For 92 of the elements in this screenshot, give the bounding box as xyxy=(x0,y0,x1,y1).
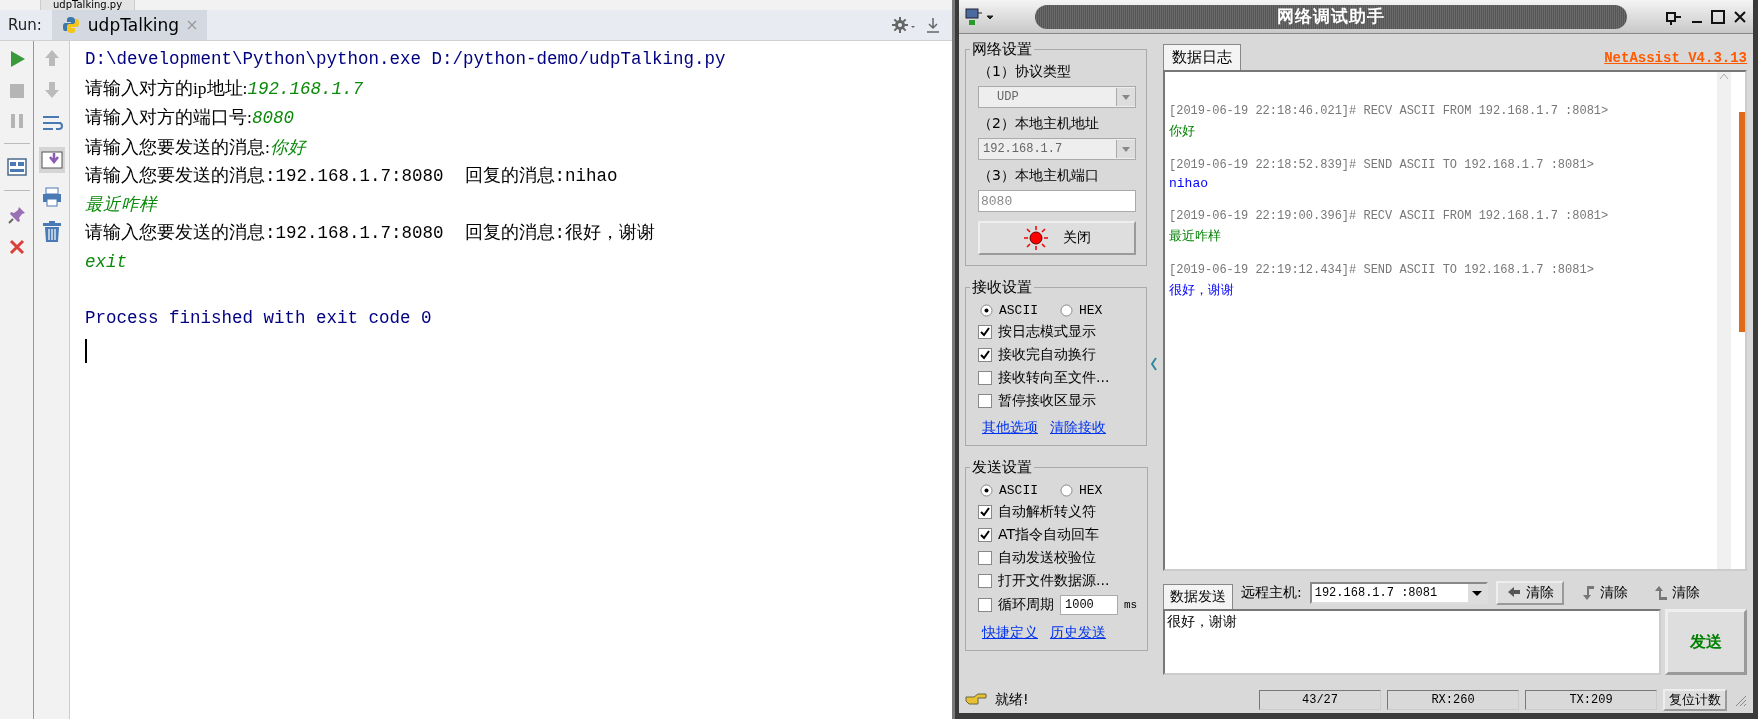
checkbox[interactable] xyxy=(978,598,992,612)
checkbox-label: 自动解析转义符 xyxy=(998,503,1096,521)
trash-icon[interactable] xyxy=(41,221,62,243)
checkbox[interactable] xyxy=(978,325,992,339)
maximize-icon[interactable] xyxy=(1711,9,1725,24)
message-input[interactable]: 很好，谢谢 xyxy=(1163,609,1661,675)
remote-host-label: 远程主机: xyxy=(1241,584,1302,602)
exit-message: Process finished with exit code 0 xyxy=(85,307,432,330)
protocol-select[interactable]: UDP xyxy=(978,86,1136,108)
log-message: 你好 xyxy=(1169,123,1196,140)
clear-button[interactable]: 清除 xyxy=(1571,581,1636,605)
close-connection-button[interactable]: 关闭 xyxy=(978,221,1136,255)
host-select[interactable]: 192.168.1.7 xyxy=(978,138,1136,160)
period-field[interactable]: 1000 xyxy=(1060,595,1118,615)
checkbox[interactable] xyxy=(978,528,992,542)
prompt-text: 请输入对方的端口号: xyxy=(85,107,252,127)
log-header: [2019-06-19 22:19:12.434]# SEND ASCII TO 192.168.1.7 :8081> xyxy=(1169,263,1595,277)
clear-button[interactable]: 清除 xyxy=(1495,581,1564,605)
unit-label: ms xyxy=(1124,599,1138,611)
dropdown-icon[interactable] xyxy=(1467,584,1486,602)
window-title: 网络调试助手 xyxy=(1277,5,1385,28)
port-field[interactable]: 8080 xyxy=(978,190,1136,212)
radio-option[interactable]: ASCII xyxy=(980,303,1038,318)
scroll-to-end-icon[interactable] xyxy=(38,147,65,173)
input-text: 192.168.1.7 xyxy=(247,78,363,99)
send-tab[interactable]: 数据发送 xyxy=(1163,584,1233,609)
settings-icon[interactable] xyxy=(892,17,916,33)
checkbox-label: 接收完自动换行 xyxy=(998,346,1096,364)
run-label: Run: xyxy=(7,15,43,36)
checkbox-label: 按日志模式显示 xyxy=(998,323,1096,341)
python-icon xyxy=(61,16,80,34)
close-icon[interactable] xyxy=(1733,9,1747,24)
checkbox-label: 循环周期 xyxy=(998,596,1054,614)
checkbox[interactable] xyxy=(978,574,992,588)
radio-option[interactable]: HEX xyxy=(1060,303,1103,318)
soft-wrap-icon[interactable] xyxy=(40,113,63,133)
layout-icon[interactable] xyxy=(6,158,27,176)
status-text: 就绪! xyxy=(995,691,1029,709)
resize-grip-icon[interactable] xyxy=(1733,693,1747,707)
radio-option[interactable]: HEX xyxy=(1060,483,1103,498)
log-message: 很好，谢谢 xyxy=(1169,282,1235,299)
print-icon[interactable] xyxy=(41,187,62,207)
group-title: 接收设置 xyxy=(971,278,1033,297)
link[interactable]: 快捷定义 xyxy=(982,624,1038,642)
collapse-icon[interactable] xyxy=(1151,356,1157,371)
log-tab[interactable]: 数据日志 xyxy=(1163,44,1241,70)
link[interactable]: 其他选项 xyxy=(982,419,1038,437)
field-label: （3）本地主机端口 xyxy=(978,166,1100,185)
log-header: [2019-06-19 22:18:46.021]# RECV ASCII FROM 192.168.1.7 :8081> xyxy=(1169,104,1610,118)
pointing-hand-icon xyxy=(965,693,987,707)
input-text: exit xyxy=(85,250,127,274)
checkbox[interactable] xyxy=(978,394,992,408)
group-title: 网络设置 xyxy=(971,40,1033,59)
log-header: [2019-06-19 22:18:52.839]# SEND ASCII TO 192.168.1.7 :8081> xyxy=(1169,158,1595,172)
field-label: （1）协议类型 xyxy=(978,62,1072,81)
checkbox[interactable] xyxy=(978,371,992,385)
checkbox-label: 接收转向至文件... xyxy=(998,369,1110,387)
checkbox-label: 暂停接收区显示 xyxy=(998,392,1096,410)
log-message: nihao xyxy=(1169,176,1209,191)
output-line: 请输入您要发送的消息:192.168.1.7:8080 回复的消息:很好，谢谢 xyxy=(85,222,656,245)
text-cursor xyxy=(85,338,87,363)
clear-button[interactable]: 清除 xyxy=(1643,581,1708,605)
link[interactable]: 历史发送 xyxy=(1050,624,1106,642)
log-header: [2019-06-19 22:19:00.396]# RECV ASCII FROM 192.168.1.7 :8081> xyxy=(1169,209,1610,223)
counter-cell: 43/27 xyxy=(1259,690,1381,710)
input-text: 你好 xyxy=(269,137,306,158)
checkbox[interactable] xyxy=(978,348,992,362)
scrollbar[interactable] xyxy=(1717,72,1731,569)
indicator-light-icon xyxy=(1023,225,1049,251)
command-line: D:\development\Python\python.exe D:/python-demo/udpTalking.py xyxy=(85,48,726,71)
tx-counter: TX:209 xyxy=(1525,690,1657,710)
checkbox-label: 打开文件数据源... xyxy=(998,572,1110,590)
checkbox[interactable] xyxy=(978,551,992,565)
run-tab[interactable]: udpTalking xyxy=(51,10,208,40)
download-icon[interactable] xyxy=(926,17,940,33)
checkbox-label: AT指令自动回车 xyxy=(998,526,1100,544)
remote-host-select[interactable]: 192.168.1.7 :8081 xyxy=(1309,582,1488,604)
link[interactable]: 清除接收 xyxy=(1050,419,1106,437)
send-button[interactable]: 发送 xyxy=(1665,609,1747,675)
field-label: （2）本地主机地址 xyxy=(978,114,1100,133)
reset-count-button[interactable]: 复位计数 xyxy=(1663,689,1727,711)
checkbox[interactable] xyxy=(978,505,992,519)
rx-counter: RX:260 xyxy=(1387,690,1519,710)
prompt-text: 请输入对方的ip地址: xyxy=(85,77,248,98)
prompt-text: 请输入您要发送的消息: xyxy=(85,136,270,157)
checkbox-label: 自动发送校验位 xyxy=(998,549,1096,567)
group-title: 发送设置 xyxy=(971,458,1033,477)
log-message: 最近咋样 xyxy=(1169,228,1222,245)
radio-option[interactable]: ASCII xyxy=(980,483,1038,498)
output-line: 请输入您要发送的消息:192.168.1.7:8080 回复的消息:nihao xyxy=(85,165,618,188)
input-text: 8080 xyxy=(251,108,294,128)
input-text: 最近咋样 xyxy=(85,193,157,217)
